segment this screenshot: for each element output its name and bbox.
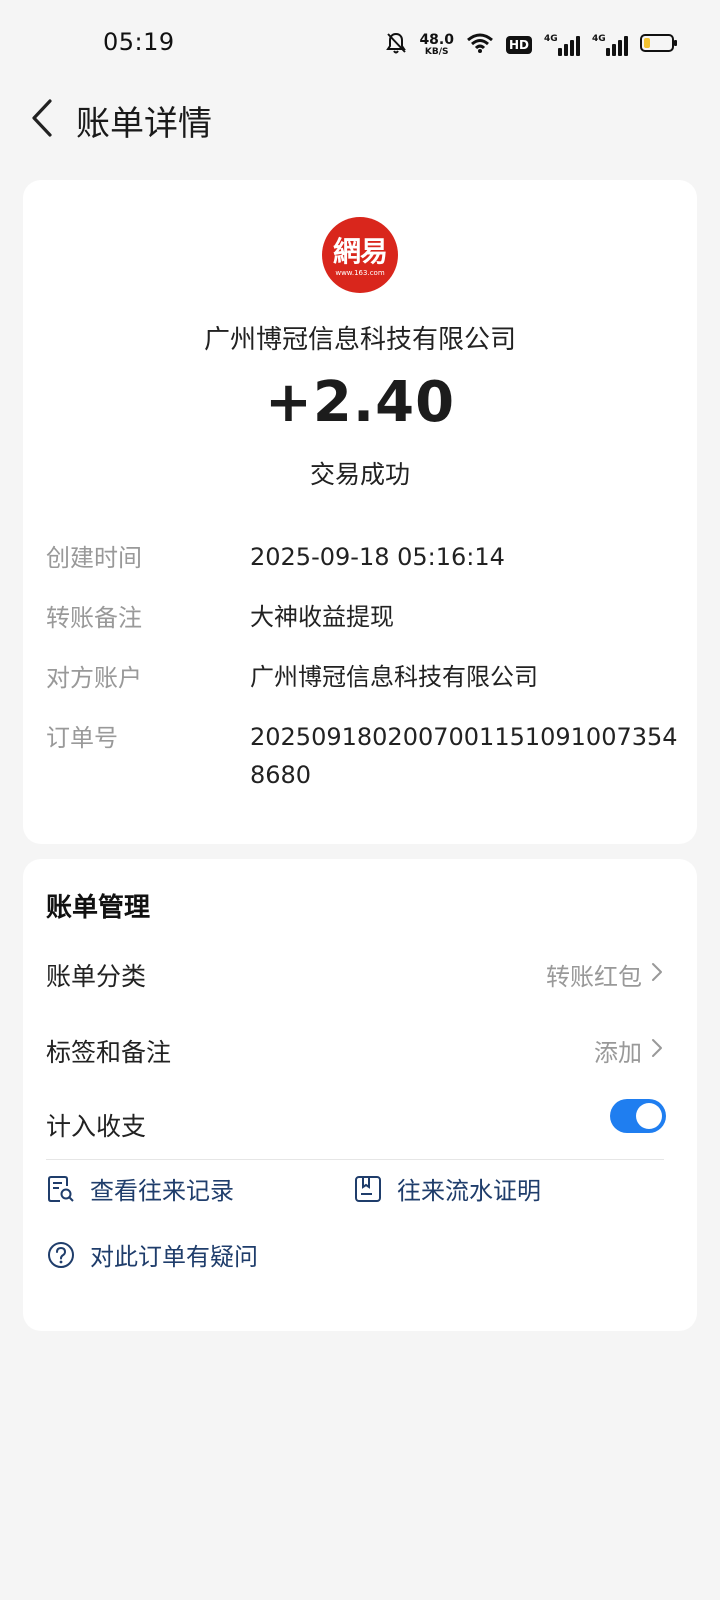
- tags-notes-value: 添加: [594, 1039, 642, 1067]
- merchant-logo: 網易 www.163.com: [322, 217, 398, 293]
- transaction-status: 交易成功: [309, 460, 410, 489]
- network-speed-unit: KB/S: [424, 47, 449, 57]
- statement-proof-icon: [353, 1174, 383, 1204]
- merchant-name: 广州博冠信息科技有限公司: [203, 325, 516, 355]
- record-search-icon: [46, 1174, 76, 1204]
- count-income-expense-label: 计入收支: [46, 1112, 147, 1141]
- logo-subtext: www.163.com: [335, 268, 385, 277]
- bill-detail-card: 網易 www.163.com 广州博冠信息科技有限公司 +2.40 交易成功 创…: [23, 180, 697, 844]
- tags-notes-row[interactable]: 标签和备注 添加: [46, 1031, 664, 1071]
- status-time: 05:19: [103, 28, 175, 56]
- network-speed: 48.0 KB/S: [419, 33, 454, 57]
- tags-notes-label: 标签和备注: [46, 1038, 172, 1067]
- transaction-proof-label: 往来流水证明: [397, 1177, 541, 1205]
- hd-badge: HD: [505, 36, 532, 54]
- bill-category-row[interactable]: 账单分类 转账红包: [46, 955, 664, 995]
- page-title: 账单详情: [76, 104, 212, 144]
- signal-icon: 4G: [544, 34, 580, 56]
- bill-category-label: 账单分类: [46, 962, 147, 991]
- detail-label: 转账备注: [46, 604, 142, 632]
- back-button[interactable]: [22, 98, 62, 142]
- status-icons: 48.0 KB/S HD 4G 4G: [385, 28, 678, 62]
- order-question-label: 对此订单有疑问: [90, 1243, 258, 1271]
- view-transaction-records-link[interactable]: 查看往来记录: [46, 1171, 234, 1206]
- bill-category-value: 转账红包: [546, 963, 642, 991]
- toggle-knob: [636, 1103, 662, 1129]
- section-title: 账单管理: [46, 893, 151, 923]
- divider: [46, 1159, 664, 1160]
- signal-icon: 4G: [592, 34, 628, 56]
- signal-tag: 4G: [592, 34, 606, 44]
- view-transaction-records-label: 查看往来记录: [90, 1177, 234, 1205]
- order-question-link[interactable]: 对此订单有疑问: [46, 1237, 258, 1272]
- detail-label: 对方账户: [46, 664, 142, 692]
- bill-management-card: 账单管理 账单分类 转账红包 标签和备注 添加 计入收支 查看往来记录 往来流水…: [23, 859, 697, 1331]
- logo-text: 網易: [332, 234, 388, 268]
- network-speed-value: 48.0: [419, 32, 454, 48]
- count-income-expense-row: 计入收支: [46, 1099, 666, 1145]
- detail-value: 大神收益提现: [250, 603, 394, 631]
- order-number-value[interactable]: 20250918020070011510910073548680: [250, 718, 680, 794]
- bell-off-icon: [385, 31, 407, 59]
- battery-icon: [640, 33, 678, 57]
- tags-notes-value-group: 添加: [594, 1033, 664, 1068]
- bill-category-value-group: 转账红包: [546, 957, 664, 992]
- chevron-left-icon: [30, 98, 54, 142]
- signal-tag: 4G: [544, 34, 558, 44]
- wifi-icon: [466, 32, 494, 58]
- transaction-amount: +2.40: [264, 370, 456, 435]
- count-income-expense-toggle[interactable]: [610, 1099, 666, 1133]
- transaction-proof-link[interactable]: 往来流水证明: [353, 1171, 541, 1206]
- header: 账单详情: [0, 88, 720, 154]
- chevron-right-icon: [650, 1037, 664, 1065]
- detail-label: 创建时间: [46, 544, 142, 572]
- question-circle-icon: [46, 1240, 76, 1270]
- detail-value: 2025-09-18 05:16:14: [250, 543, 505, 571]
- detail-value: 广州博冠信息科技有限公司: [250, 663, 538, 691]
- status-bar: 05:19 48.0 KB/S HD 4G 4G: [0, 0, 720, 88]
- detail-label: 订单号: [46, 724, 118, 752]
- chevron-right-icon: [650, 961, 664, 989]
